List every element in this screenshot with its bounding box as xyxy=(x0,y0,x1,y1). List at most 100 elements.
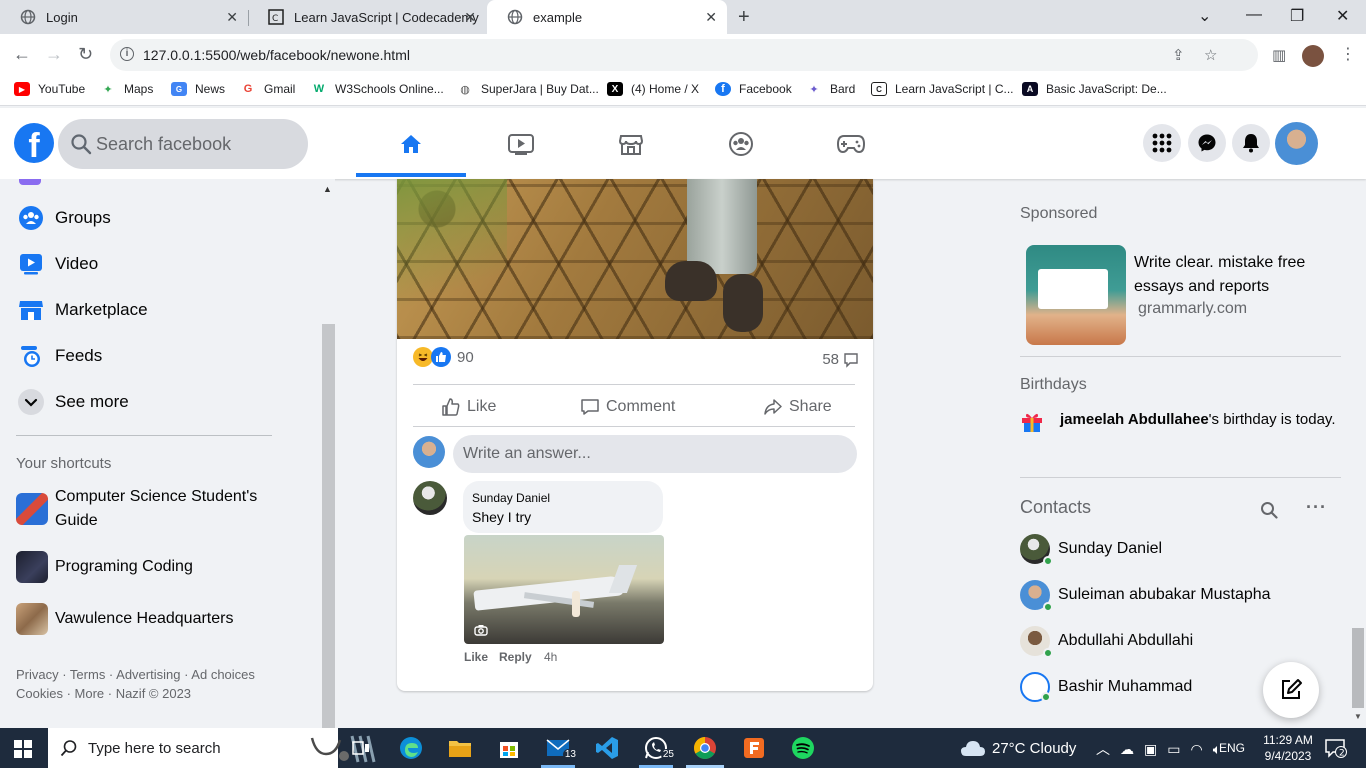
microsoft-store-icon[interactable] xyxy=(495,734,523,762)
notifications-button[interactable] xyxy=(1232,124,1270,162)
reaction-summary[interactable]: 90 xyxy=(413,347,474,367)
ad-domain[interactable]: grammarly.com xyxy=(1138,300,1247,318)
battery-icon[interactable]: ▭ xyxy=(1167,741,1180,758)
close-tab-icon[interactable]: ✕ xyxy=(226,9,238,26)
onedrive-cloud-icon[interactable]: ☁ xyxy=(1120,741,1134,758)
tab-search-chevron-icon[interactable]: ⌄ xyxy=(1198,6,1211,26)
facebook-logo-icon[interactable]: f xyxy=(14,123,54,163)
new-message-button[interactable] xyxy=(1263,662,1319,718)
watch-tab[interactable] xyxy=(466,112,576,176)
sidebar-item-video[interactable]: Video xyxy=(16,249,98,279)
taskbar-clock[interactable]: 11:29 AM 9/4/2023 xyxy=(1258,732,1318,764)
taskbar-search-box[interactable]: Type here to search xyxy=(48,728,376,768)
meet-now-icon[interactable]: ▣ xyxy=(1144,741,1157,758)
contact-item[interactable]: Suleiman abubakar Mustapha xyxy=(1020,580,1271,612)
spotify-icon[interactable] xyxy=(789,734,817,762)
shortcut-vawulence[interactable]: Vawulence Headquarters xyxy=(16,603,233,635)
bookmark-news[interactable]: G News xyxy=(171,82,225,96)
scroll-down-arrow-icon[interactable]: ▼ xyxy=(1354,712,1362,721)
vscode-icon[interactable] xyxy=(593,734,621,762)
browser-menu-icon[interactable]: ⋮ xyxy=(1340,44,1356,64)
fuze-app-icon[interactable] xyxy=(740,734,768,762)
footer-line[interactable]: Cookies · More · Nazif © 2023 xyxy=(16,684,255,703)
close-tab-icon[interactable]: ✕ xyxy=(464,9,476,26)
shortcut-computer-science[interactable]: Computer Science Student's Guide xyxy=(16,485,266,533)
footer-line[interactable]: Privacy · Terms · Advertising · Ad choic… xyxy=(16,665,255,684)
comment-count[interactable]: 58 xyxy=(822,351,859,368)
bookmark-codecademy[interactable]: C Learn JavaScript | C... xyxy=(871,82,1014,96)
birthday-name[interactable]: jameelah Abdullahee xyxy=(1060,411,1209,428)
comment-author-name[interactable]: Sunday Daniel xyxy=(472,491,550,505)
close-tab-icon[interactable]: ✕ xyxy=(705,9,717,26)
ad-thumbnail[interactable] xyxy=(1026,245,1126,345)
close-window-icon[interactable]: ✕ xyxy=(1336,6,1349,26)
contact-item[interactable]: Bashir Muhammad xyxy=(1020,672,1192,702)
sidebar-item-see-more[interactable]: See more xyxy=(16,387,129,417)
tab-login[interactable]: Login ✕ xyxy=(0,0,248,34)
share-icon[interactable]: ⇪ xyxy=(1172,46,1185,64)
back-arrow-icon[interactable]: ← xyxy=(13,44,31,65)
marketplace-tab[interactable] xyxy=(576,112,686,176)
scroll-up-arrow-icon[interactable]: ▲ xyxy=(323,184,332,194)
bookmark-facebook[interactable]: f Facebook xyxy=(715,82,792,96)
search-input[interactable] xyxy=(96,131,296,157)
reload-icon[interactable]: ↻ xyxy=(78,44,93,65)
notification-center-icon[interactable]: 2 xyxy=(1325,738,1347,763)
bookmark-w3schools[interactable]: W W3Schools Online... xyxy=(311,82,444,96)
bookmark-x[interactable]: X (4) Home / X xyxy=(607,82,699,96)
write-answer-input[interactable] xyxy=(453,435,857,473)
whatsapp-icon[interactable]: 25 xyxy=(642,734,676,762)
wifi-icon[interactable]: ◠ xyxy=(1190,741,1202,758)
post-photo[interactable] xyxy=(397,179,873,339)
more-options-icon[interactable]: ··· xyxy=(1306,497,1327,518)
chevron-up-icon[interactable]: ︿ xyxy=(1096,739,1110,759)
ad-title[interactable]: Write clear. mistake free essays and rep… xyxy=(1134,251,1334,299)
contact-item[interactable]: Sunday Daniel xyxy=(1020,534,1162,566)
bookmark-superjara[interactable]: ◍ SuperJara | Buy Dat... xyxy=(457,82,599,96)
groups-tab[interactable] xyxy=(686,112,796,176)
messenger-button[interactable] xyxy=(1188,124,1226,162)
chrome-icon[interactable] xyxy=(691,734,719,762)
bookmark-freecodecamp[interactable]: A Basic JavaScript: De... xyxy=(1022,82,1167,96)
comment-button[interactable]: Comment xyxy=(580,397,675,417)
sidebar-item-groups[interactable]: Groups xyxy=(16,203,111,233)
star-bookmark-icon[interactable]: ☆ xyxy=(1204,46,1217,64)
minimize-icon[interactable]: — xyxy=(1246,6,1262,24)
shortcut-programing-coding[interactable]: Programing Coding xyxy=(16,551,193,583)
comment-author-avatar[interactable] xyxy=(413,481,447,515)
share-button[interactable]: Share xyxy=(763,397,832,417)
facebook-search-box[interactable] xyxy=(58,119,308,169)
tab-example[interactable]: example ✕ xyxy=(487,0,727,34)
mail-icon[interactable]: 13 xyxy=(544,734,578,762)
weather-widget[interactable]: 27°C Cloudy xyxy=(960,739,1076,757)
windows-start-icon[interactable] xyxy=(14,740,32,758)
bookmark-bard[interactable]: ✦ Bard xyxy=(806,82,855,96)
search-icon[interactable] xyxy=(1260,501,1278,524)
footer-links[interactable]: Privacy · Terms · Advertising · Ad choic… xyxy=(16,665,255,703)
bookmark-gmail[interactable]: G Gmail xyxy=(240,82,296,96)
comment-timestamp[interactable]: 4h xyxy=(544,650,557,664)
account-avatar[interactable] xyxy=(1275,122,1318,165)
new-tab-button[interactable]: + xyxy=(738,6,750,29)
bookmark-maps[interactable]: ✦ Maps xyxy=(100,82,153,96)
contact-item[interactable]: Abdullahi Abdullahi xyxy=(1020,626,1193,658)
home-tab[interactable] xyxy=(356,112,466,176)
forward-arrow-icon[interactable]: → xyxy=(45,44,63,65)
like-button[interactable]: Like xyxy=(441,397,496,417)
menu-button[interactable] xyxy=(1143,124,1181,162)
tab-codecademy[interactable]: C Learn JavaScript | Codecademy ✕ xyxy=(248,0,486,34)
edge-icon[interactable] xyxy=(397,734,425,762)
restore-icon[interactable]: ❐ xyxy=(1290,6,1304,26)
side-panel-icon[interactable]: ▥ xyxy=(1272,46,1286,64)
sidebar-scrollbar[interactable] xyxy=(322,324,335,728)
task-view-icon[interactable] xyxy=(347,734,375,762)
site-info-icon[interactable]: i xyxy=(120,47,134,61)
comment-photo[interactable] xyxy=(464,535,664,644)
sidebar-item-marketplace[interactable]: Marketplace xyxy=(16,295,148,325)
birthday-text[interactable]: jameelah Abdullahee's birthday is today. xyxy=(1060,409,1340,431)
browser-profile-avatar[interactable] xyxy=(1302,45,1324,67)
page-scrollbar-thumb[interactable] xyxy=(1352,628,1364,708)
bookmark-youtube[interactable]: ▶ YouTube xyxy=(14,82,85,96)
omnibox[interactable]: i 127.0.0.1:5500/web/facebook/newone.htm… xyxy=(110,39,1258,71)
language-indicator[interactable]: ENG xyxy=(1219,741,1245,755)
